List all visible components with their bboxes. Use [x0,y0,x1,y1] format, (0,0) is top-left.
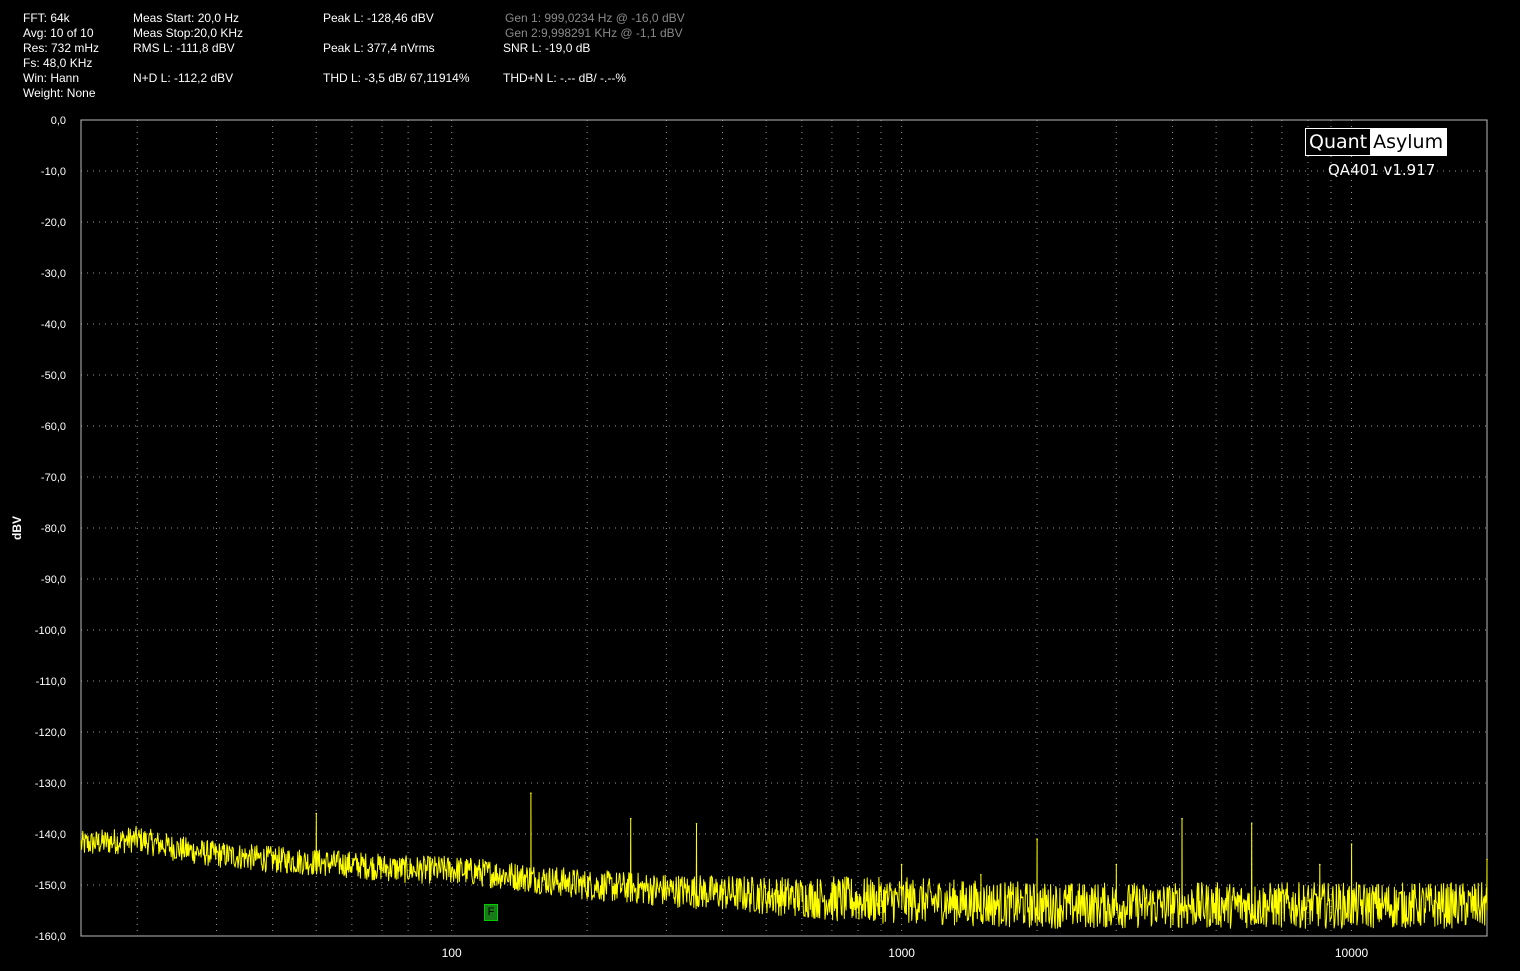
y-tick-label: -30,0 [41,268,66,280]
y-tick-label: -20,0 [41,217,66,229]
spur-peak [1350,843,1353,845]
y-tick-label: 0,0 [51,115,66,127]
version-label: QA401 v1.917 [1328,161,1436,179]
y-tick-label: -10,0 [41,166,66,178]
y-tick-label: -140,0 [35,829,66,841]
x-tick-label: 10000 [1335,946,1369,960]
thd-n-left: THD+N L: -.-- dB/ -.--% [503,71,627,85]
y-tick-label: -120,0 [35,727,66,739]
window-type: Win: Hann [23,71,80,85]
rms-left: RMS L: -111,8 dBV [133,41,235,55]
y-tick-label: -130,0 [35,778,66,790]
y-axis-ticks: 0,0 -10,0 -20,0 -30,0 -40,0 -50,0 -60,0 -70,0 -8… [35,115,66,943]
y-tick-label: -100,0 [35,625,66,637]
spur-peak [900,863,903,866]
spur-peak [980,874,982,876]
y-axis-label: dBV [10,516,24,540]
y-tick-label: -60,0 [41,421,66,433]
spur-peak [1486,858,1488,861]
logo-asylum: Asylum [1370,129,1447,155]
frequency-marker[interactable]: F [484,904,498,921]
x-tick-label: 1000 [888,946,915,960]
meas-stop: Meas Stop:20,0 KHz [133,26,244,40]
thd-left: THD L: -3,5 dB/ 67,11914% [323,71,470,85]
generator-1: Gen 1: 999,0234 Hz @ -16,0 dBV [505,11,685,25]
y-tick-label: -40,0 [41,319,66,331]
resolution: Res: 732 mHz [23,41,100,55]
y-tick-label: -110,0 [36,676,66,688]
y-tick-label: -90,0 [41,574,66,586]
spur-peak [1319,863,1321,866]
logo-quant: Quant [1306,129,1371,155]
y-tick-label: -150,0 [35,880,66,892]
spur-peak [315,812,318,815]
chart-grid [81,119,1488,937]
spectrum-trace [80,792,1488,929]
sample-rate: Fs: 48,0 KHz [23,56,93,70]
x-axis-ticks: 100 1000 10000 [442,946,1369,960]
spur-peak [1181,817,1183,820]
fft-size: FFT: 64k [23,11,70,25]
y-tick-label: -160,0 [35,931,66,943]
spur-peak [1115,863,1118,866]
meas-start: Meas Start: 20,0 Hz [133,11,240,25]
quantasylum-logo: Quant Asylum [1305,128,1448,156]
snr-left: SNR L: -19,0 dB [503,41,591,55]
spur-peak [1250,823,1253,825]
spur-peak [530,792,532,794]
generator-2: Gen 2:9,998291 KHz @ -1,1 dBV [505,26,683,40]
weighting: Weight: None [23,86,96,100]
y-tick-label: -80,0 [41,523,66,535]
spectrum-chart: 0,0 -10,0 -20,0 -30,0 -40,0 -50,0 -60,0 -70,0 -8… [10,115,1488,960]
spectrum-line [80,792,1488,929]
x-tick-label: 100 [442,946,462,960]
y-tick-label: -50,0 [41,370,66,382]
peak-left-vrms: Peak L: 377,4 nVrms [323,41,435,55]
average-count: Avg: 10 of 10 [23,26,94,40]
spur-peak [1036,838,1038,840]
n-plus-d-left: N+D L: -112,2 dBV [133,71,234,85]
spur-peak [695,823,698,825]
peak-left-dbv: Peak L: -128,46 dBV [323,11,434,25]
y-tick-label: -70,0 [41,472,66,484]
spur-peak [629,817,632,820]
